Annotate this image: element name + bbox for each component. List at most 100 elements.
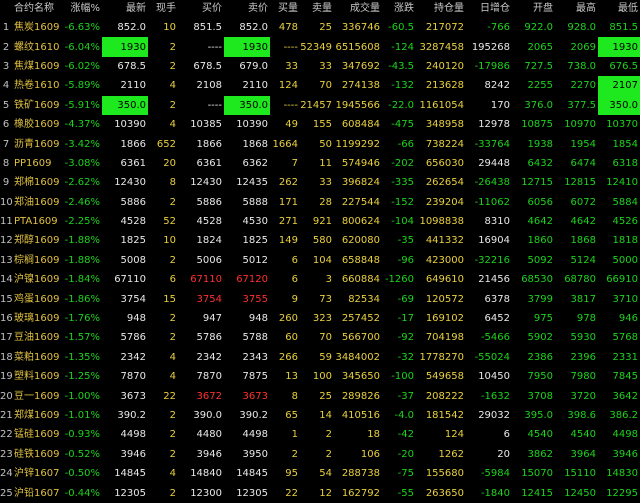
table-row[interactable]: 1 焦炭1609 -6.63% 852.0 10 851.5 852.0 478 25 33674… (0, 18, 640, 37)
column-header[interactable]: 最新 (102, 0, 148, 18)
row-index: 8 (2, 157, 10, 169)
table-row[interactable]: 17 豆油1609 -1.57% 5786 2 5786 5788 60 70 566700 -92… (0, 328, 640, 347)
cell-value: 323 (312, 313, 332, 325)
cell-value: 260 (278, 313, 298, 325)
table-row[interactable]: 7 沥青1609 -3.42% 1866 652 1866 1868 1664 50 119929… (0, 134, 640, 153)
cell-value: 3862 (527, 448, 553, 460)
contract-name: 焦炭1609 (14, 22, 60, 34)
cell-value: -37 (397, 390, 414, 402)
column-header[interactable]: 买价 (178, 0, 224, 18)
table-row[interactable]: 9 郑棉1609 -2.62% 12430 8 12430 12435 262 33 396824… (0, 173, 640, 192)
column-header[interactable]: 开盘 (512, 0, 555, 18)
cell-value: 66910 (606, 274, 638, 286)
cell-value: 6 (503, 429, 510, 441)
cell-value: 2 (169, 99, 176, 111)
cell-value: 52 (163, 216, 176, 228)
column-header[interactable]: 日增仓 (466, 0, 512, 18)
cell-value: 396824 (341, 177, 380, 189)
column-header[interactable] (0, 0, 14, 18)
table-row[interactable]: 11 PTA1609 -2.25% 4528 52 4528 4530 271 921 80062… (0, 212, 640, 231)
cell-value: 3484002 (335, 351, 380, 363)
table-row[interactable]: 25 沪铅1607 -0.44% 12305 2 12300 12305 22 12 162792… (0, 483, 640, 502)
table-row[interactable]: 2 螺纹1610 -6.04% 1930 2 ---- 1930 ---- 52349 65156… (0, 37, 640, 57)
row-index: 18 (0, 351, 13, 363)
table-row[interactable]: 19 塑料1609 -1.25% 7870 4 7870 7875 13 100 345650 -1… (0, 367, 640, 386)
column-header[interactable]: 涨跌 (382, 0, 416, 18)
cell-value: -152 (391, 196, 414, 208)
table-row[interactable]: 6 橡胶1609 -4.37% 10390 4 10385 10390 49 155 608484… (0, 115, 640, 134)
cell-value: 2331 (612, 351, 638, 363)
cell-value: 73 (319, 293, 332, 305)
contract-name: 沪镍1609 (14, 274, 60, 286)
cell-value: -96 (397, 254, 414, 266)
cell-value: 3720 (570, 390, 596, 402)
column-header[interactable]: 持仓量 (416, 0, 466, 18)
cell-value: 1866 (196, 138, 222, 150)
cell-value: 181542 (425, 410, 464, 421)
table-row[interactable]: 8 PP1609 -3.08% 6361 20 6361 6362 7 11 574946 -202… (0, 154, 640, 173)
cell-value: 3708 (527, 390, 553, 402)
cell-value: -1.01% (64, 410, 100, 421)
cell-value: -766 (487, 22, 510, 34)
column-header[interactable]: 最低 (598, 0, 640, 18)
column-header[interactable]: 卖价 (224, 0, 270, 18)
table-row[interactable]: 20 豆一1609 -1.00% 3673 22 3672 3673 8 25 289826 -37… (0, 386, 640, 405)
cell-value: 6056 (527, 196, 553, 208)
cell-value: 3672 (196, 390, 222, 402)
cell-value: 49 (285, 119, 298, 131)
cell-value: 6515608 (335, 41, 380, 53)
cell-value: 2 (169, 410, 176, 421)
cell-value: 14 (319, 410, 332, 421)
cell-value: 217072 (425, 22, 464, 34)
table-row[interactable]: 21 郑煤1609 -1.01% 390.2 2 390.0 390.2 65 14 410516… (0, 406, 640, 425)
table-row[interactable]: 23 硅铁1609 -0.52% 3946 2 3946 3950 2 2 106 -20 1262 2… (0, 445, 640, 464)
table-row[interactable]: 14 沪镍1609 -1.84% 67110 6 67110 67120 6 3 660884 -1… (0, 270, 640, 289)
column-header[interactable]: 卖量 (300, 0, 334, 18)
table-row[interactable]: 18 菜粕1609 -1.35% 2342 4 2342 2343 266 59 3484002 -… (0, 348, 640, 367)
table-row[interactable]: 15 鸡蛋1609 -1.86% 3754 15 3754 3755 9 73 82534 -69 1… (0, 289, 640, 308)
column-header[interactable]: 买量 (270, 0, 300, 18)
table-row[interactable]: 3 焦煤1609 -6.02% 678.5 2 678.5 679.0 33 33 347692-… (0, 57, 640, 76)
contract-name: 郑棉1609 (14, 177, 60, 189)
column-header[interactable]: 现手 (148, 0, 178, 18)
cell-value: -69 (397, 293, 414, 305)
row-index: 24 (0, 468, 13, 480)
cell-value: 738224 (425, 138, 464, 150)
cell-value: 124 (278, 80, 298, 92)
cell-value: 948 (248, 313, 268, 325)
cell-value: 14845 (236, 468, 268, 480)
cell-value: 15 (163, 293, 176, 305)
table-row[interactable]: 24 沪锌1607 -0.50% 14845 4 14840 14845 95 54 288738… (0, 464, 640, 483)
cell-value: 5092 (527, 254, 553, 266)
cell-value: 12430 (114, 177, 146, 189)
column-header[interactable]: 最高 (555, 0, 598, 18)
cell-value: 10370 (606, 119, 638, 131)
cell-value: 22 (163, 390, 176, 402)
cell-value: 195268 (471, 41, 510, 53)
cell-value: 12978 (478, 119, 510, 131)
cell-value: 1664 (272, 138, 298, 150)
table-row[interactable]: 13 棕榈1609 -1.88% 5008 2 5006 5012 6 104 658848 -96… (0, 251, 640, 270)
cell-value: 171 (278, 196, 298, 208)
table-row[interactable]: 22 锰硅1609 -0.93% 4498 2 4480 4498 1 2 18 -42 124 6 45… (0, 425, 640, 444)
cell-value: 2342 (196, 351, 222, 363)
contract-name: PP1609 (14, 157, 52, 169)
cell-value: 1854 (612, 138, 638, 150)
contract-name: 沪铅1607 (14, 487, 60, 499)
column-header[interactable]: 涨幅% (60, 0, 102, 18)
cell-value: -1840 (480, 487, 510, 499)
quote-table: 合约名称 涨幅% 最新 现手 买价 卖价 买量 卖量 成交量 涨跌 持仓量 日增仓 开盘 最高 最低 1 焦炭… (0, 0, 640, 503)
cell-value: ---- (207, 99, 222, 111)
column-header[interactable]: 合约名称 (14, 0, 60, 18)
cell-value: 4526 (612, 216, 638, 228)
table-row[interactable]: 12 郑醇1609 -1.88% 1825 10 1824 1825 149 580 620080… (0, 231, 640, 250)
table-row[interactable]: 4 热卷1610 -5.89% 2110 4 2108 2110 124 70 274138 -13… (0, 76, 640, 96)
cell-value: 1860 (527, 235, 553, 247)
table-row[interactable]: 5 铁矿1609 -5.91% 350.0 2 ---- 350.0 ---- 21457 194… (0, 95, 640, 115)
table-row[interactable]: 10 郑油1609 -2.46% 5886 2 5886 5888 171 28 227544 -1… (0, 193, 640, 212)
column-header[interactable]: 成交量 (334, 0, 382, 18)
cell-value: 262654 (425, 177, 464, 189)
table-row[interactable]: 16 玻璃1609 -1.76% 948 2 947 948 260 323 257452 -17 1… (0, 309, 640, 328)
cell-value: -0.44% (64, 487, 100, 499)
cell-value: 10390 (236, 119, 268, 131)
